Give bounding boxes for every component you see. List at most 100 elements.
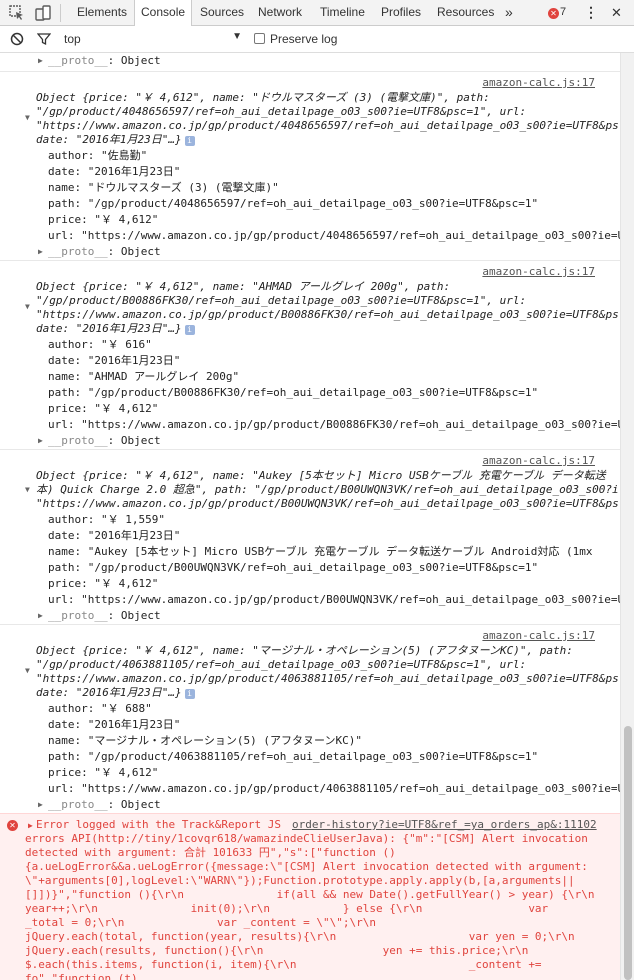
collapse-arrow-icon[interactable]: ▼ bbox=[25, 666, 30, 675]
preserve-log-label[interactable]: Preserve log bbox=[270, 32, 337, 46]
info-icon: i bbox=[184, 689, 195, 699]
collapse-arrow-icon[interactable]: ▼ bbox=[25, 113, 30, 122]
error-icon: ✕ bbox=[7, 820, 18, 831]
expand-arrow-icon[interactable]: ▶ bbox=[38, 611, 43, 620]
object-summary-line[interactable]: date: "2016年1月23日"…} i bbox=[36, 322, 195, 336]
source-link[interactable]: amazon-calc.js:17 bbox=[482, 629, 595, 643]
console-error-message: ✕ ▶ Error logged with the Track&Report J… bbox=[0, 813, 620, 980]
object-summary-line[interactable]: 本) Quick Charge 2.0 超急", path: "/gp/prod… bbox=[36, 483, 619, 497]
object-summary-line[interactable]: Object {price: "￥ 4,612", name: "AHMAD ア… bbox=[36, 280, 450, 294]
object-summary-line[interactable]: "/gp/product/4048656597/ref=oh_aui_detai… bbox=[36, 105, 526, 119]
object-summary-line[interactable]: Object {price: "￥ 4,612", name: "Aukey [… bbox=[36, 469, 606, 483]
customize-menu-button[interactable]: ⋮ bbox=[578, 0, 604, 25]
object-summary-line[interactable]: "https://www.amazon.co.jp/gp/product/406… bbox=[36, 672, 619, 686]
tab-console[interactable]: Console bbox=[134, 0, 193, 26]
error-text-line: year++;\r\n init(0);\r\n } else {\r\n va… bbox=[25, 902, 549, 915]
error-text-line: errors API(http://tiny/1covqr618/wamazin… bbox=[25, 832, 588, 845]
proto-label[interactable]: __proto__: Object bbox=[48, 609, 161, 623]
property-price: price: "￥ 4,612" bbox=[48, 213, 159, 226]
filter-icon[interactable] bbox=[37, 32, 51, 46]
info-icon: i bbox=[184, 136, 195, 146]
toolbar-divider bbox=[60, 4, 61, 22]
object-summary-line[interactable]: "/gp/product/B00886FK30/ref=oh_aui_detai… bbox=[36, 294, 526, 308]
console-message: amazon-calc.js:17 Object {price: "￥ 4,61… bbox=[0, 71, 620, 261]
collapse-arrow-icon[interactable]: ▼ bbox=[25, 302, 30, 311]
property-url: url: "https://www.amazon.co.jp/gp/produc… bbox=[48, 229, 620, 242]
source-link[interactable]: amazon-calc.js:17 bbox=[482, 265, 595, 279]
tab-elements[interactable]: Elements bbox=[71, 0, 133, 25]
object-summary-line[interactable]: "https://www.amazon.co.jp/gp/product/B00… bbox=[36, 497, 619, 511]
error-text-line: detected with argument: 合計 101633 円","s"… bbox=[25, 846, 396, 859]
object-summary-line[interactable]: Object {price: "￥ 4,612", name: "ドウルマスター… bbox=[36, 91, 490, 105]
console-message: amazon-calc.js:17 Object {price: "￥ 4,61… bbox=[0, 449, 620, 625]
error-text-line: _total = 0;\r\n var _content = \"\";\r\n bbox=[25, 916, 376, 929]
source-link[interactable]: amazon-calc.js:17 bbox=[482, 76, 595, 90]
tab-profiles[interactable]: Profiles bbox=[375, 0, 427, 25]
property-name: name: "AHMAD アールグレイ 200g" bbox=[48, 370, 240, 383]
error-text-line: jQuery.each(total, function(year, result… bbox=[25, 930, 575, 943]
expand-arrow-icon[interactable]: ▶ bbox=[28, 821, 33, 830]
error-count: 7 bbox=[560, 6, 567, 18]
clear-console-icon[interactable] bbox=[10, 32, 24, 46]
tab-sources[interactable]: Sources bbox=[194, 0, 250, 25]
property-author: author: "￥ 616" bbox=[48, 338, 152, 351]
close-devtools-button[interactable]: ✕ bbox=[605, 0, 628, 25]
error-text-line: jQuery.each(results, function(){\r\n yen… bbox=[25, 944, 529, 957]
property-date: date: "2016年1月23日" bbox=[48, 165, 181, 178]
object-summary-line[interactable]: date: "2016年1月23日"…} i bbox=[36, 686, 195, 700]
error-count-icon: ✕ bbox=[548, 8, 559, 19]
error-text-line: Error logged with the Track&Report JS bbox=[36, 818, 282, 831]
console-message-tail: ▶ __proto__: Object bbox=[0, 53, 620, 72]
property-price: price: "￥ 4,612" bbox=[48, 766, 159, 779]
property-path: path: "/gp/product/4048656597/ref=oh_aui… bbox=[48, 197, 539, 210]
scrollbar-thumb[interactable] bbox=[624, 726, 632, 980]
property-author: author: "￥ 1,559" bbox=[48, 513, 165, 526]
object-summary-line[interactable]: Object {price: "￥ 4,612", name: "マージナル・オ… bbox=[36, 644, 573, 658]
source-link[interactable]: amazon-calc.js:17 bbox=[482, 454, 595, 468]
device-mode-icon[interactable] bbox=[34, 4, 52, 22]
expand-arrow-icon[interactable]: ▶ bbox=[38, 247, 43, 256]
tab-network[interactable]: Network bbox=[252, 0, 308, 25]
property-author: author: "佐島勤" bbox=[48, 149, 148, 162]
error-text-line: fo","function (t) bbox=[25, 972, 138, 980]
object-summary-line[interactable]: "/gp/product/4063881105/ref=oh_aui_detai… bbox=[36, 658, 526, 672]
console-scrollbar[interactable] bbox=[620, 53, 634, 980]
console-output: ▶ __proto__: Object amazon-calc.js:17 Ob… bbox=[0, 53, 620, 980]
property-date: date: "2016年1月23日" bbox=[48, 529, 181, 542]
property-url: url: "https://www.amazon.co.jp/gp/produc… bbox=[48, 782, 620, 795]
property-date: date: "2016年1月23日" bbox=[48, 354, 181, 367]
devtools-toolbar: Elements Console Sources Network Timelin… bbox=[0, 0, 634, 26]
expand-arrow-icon[interactable]: ▶ bbox=[38, 56, 43, 65]
expand-arrow-icon[interactable]: ▶ bbox=[38, 800, 43, 809]
error-text-line: \"+arguments[0],logLevel:\"WARN\"});Func… bbox=[25, 874, 575, 887]
collapse-arrow-icon[interactable]: ▼ bbox=[25, 485, 30, 494]
error-text-line: []])}","function (){\r\n if(all && new D… bbox=[25, 888, 595, 901]
console-message: amazon-calc.js:17 Object {price: "￥ 4,61… bbox=[0, 624, 620, 814]
console-message: amazon-calc.js:17 Object {price: "￥ 4,61… bbox=[0, 260, 620, 450]
error-count-badge[interactable]: ✕ 7 bbox=[548, 6, 566, 19]
error-source-link[interactable]: order-history?ie=UTF8&ref_=ya_orders_ap&… bbox=[292, 818, 597, 832]
object-summary-line[interactable]: "https://www.amazon.co.jp/gp/product/B00… bbox=[36, 308, 619, 322]
inspect-element-icon[interactable] bbox=[8, 4, 26, 22]
proto-label[interactable]: __proto__: Object bbox=[48, 54, 161, 68]
object-summary-line[interactable]: date: "2016年1月23日"…} i bbox=[36, 133, 195, 147]
expand-arrow-icon[interactable]: ▶ bbox=[38, 436, 43, 445]
more-tabs-button[interactable]: » bbox=[499, 0, 519, 25]
tab-timeline[interactable]: Timeline bbox=[314, 0, 371, 25]
proto-label[interactable]: __proto__: Object bbox=[48, 798, 161, 812]
property-url: url: "https://www.amazon.co.jp/gp/produc… bbox=[48, 593, 620, 606]
property-name: name: "マージナル・オペレーション(5) (アフタヌーンKC)" bbox=[48, 734, 362, 747]
proto-label[interactable]: __proto__: Object bbox=[48, 434, 161, 448]
context-selector[interactable]: top ▼ bbox=[59, 31, 244, 47]
error-text-line: $.each(this.items, function(i, item){\r\… bbox=[25, 958, 542, 971]
object-summary-line[interactable]: "https://www.amazon.co.jp/gp/product/404… bbox=[36, 119, 619, 133]
property-date: date: "2016年1月23日" bbox=[48, 718, 181, 731]
chevron-down-icon: ▼ bbox=[232, 31, 242, 42]
tab-resources[interactable]: Resources bbox=[431, 0, 500, 25]
property-name: name: "ドウルマスターズ (3) (電撃文庫)" bbox=[48, 181, 279, 194]
property-path: path: "/gp/product/B00886FK30/ref=oh_aui… bbox=[48, 386, 539, 399]
proto-label[interactable]: __proto__: Object bbox=[48, 245, 161, 259]
property-author: author: "￥ 688" bbox=[48, 702, 152, 715]
property-price: price: "￥ 4,612" bbox=[48, 577, 159, 590]
preserve-log-checkbox[interactable] bbox=[254, 33, 265, 44]
